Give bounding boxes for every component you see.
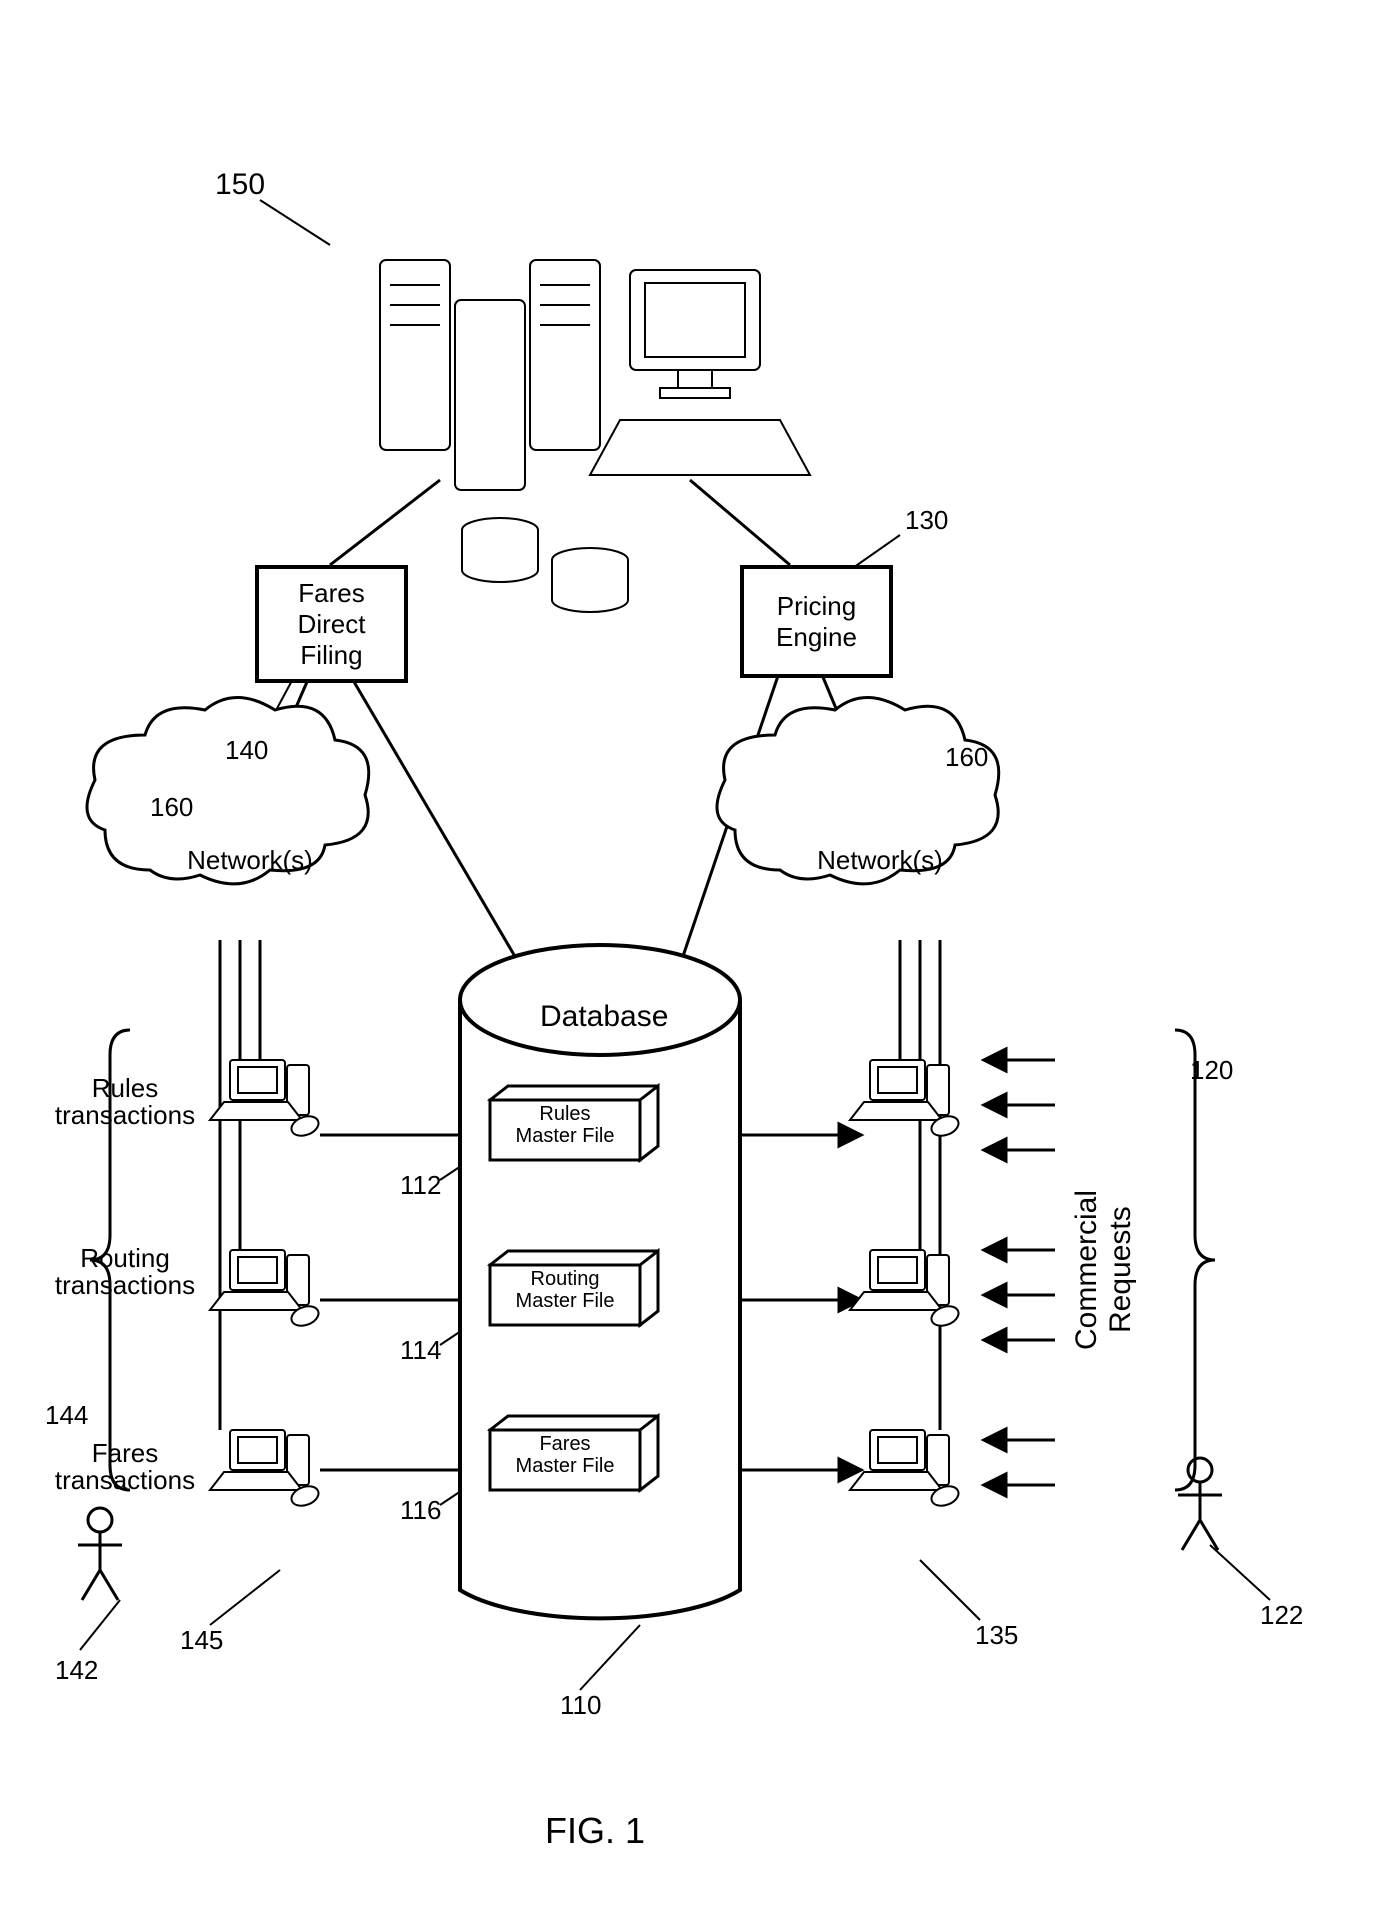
routing-mf-label: Routing Master File xyxy=(490,1268,640,1312)
rules-tx-label: Rules transactions xyxy=(40,1075,210,1130)
ref-pricing: 130 xyxy=(905,505,948,536)
ref-net-left: 160 xyxy=(150,792,193,823)
airline-terminal-icon xyxy=(210,1060,321,1139)
ref-airline-term: 145 xyxy=(180,1625,223,1656)
ref-cust-user: 122 xyxy=(1260,1600,1303,1631)
ref-cust-term: 135 xyxy=(975,1620,1018,1651)
ref-db: 110 xyxy=(560,1690,601,1721)
customer-user-icon xyxy=(1178,1458,1222,1550)
ref-fares-mf: 116 xyxy=(400,1495,441,1526)
rules-mf-label: Rules Master File xyxy=(490,1103,640,1147)
airline-terminal-icon xyxy=(210,1430,321,1509)
airline-terminal-icon xyxy=(210,1250,321,1329)
ref-routing-mf: 114 xyxy=(400,1335,441,1366)
network-left-label: Network(s) xyxy=(170,845,330,876)
customer-terminal-icon xyxy=(850,1430,961,1509)
server-cluster-icon xyxy=(380,260,810,612)
fares-direct-filing-box: Fares Direct Filing xyxy=(255,565,408,683)
routing-tx-label: Routing transactions xyxy=(40,1245,210,1300)
commercial-requests-label: Commercial Requests xyxy=(1070,1100,1138,1440)
ref-rules-mf: 112 xyxy=(400,1170,441,1201)
airline-user-icon xyxy=(78,1508,122,1600)
database-label: Database xyxy=(540,1000,668,1034)
customer-terminal-icon xyxy=(850,1060,961,1139)
pricing-engine-box: Pricing Engine xyxy=(740,565,893,678)
ref-system: 150 xyxy=(215,168,265,202)
figure-caption: FIG. 1 xyxy=(545,1810,645,1852)
ref-requests: 120 xyxy=(1190,1055,1233,1086)
fares-mf-label: Fares Master File xyxy=(490,1433,640,1477)
ref-fares-filing: 140 xyxy=(225,735,268,766)
network-right-label: Network(s) xyxy=(800,845,960,876)
ref-net-right: 160 xyxy=(945,742,988,773)
ref-airline-user: 142 xyxy=(55,1655,98,1686)
customer-terminal-icon xyxy=(850,1250,961,1329)
fares-tx-label: Fares transactions xyxy=(40,1440,210,1495)
ref-transactions: 144 xyxy=(45,1400,88,1431)
